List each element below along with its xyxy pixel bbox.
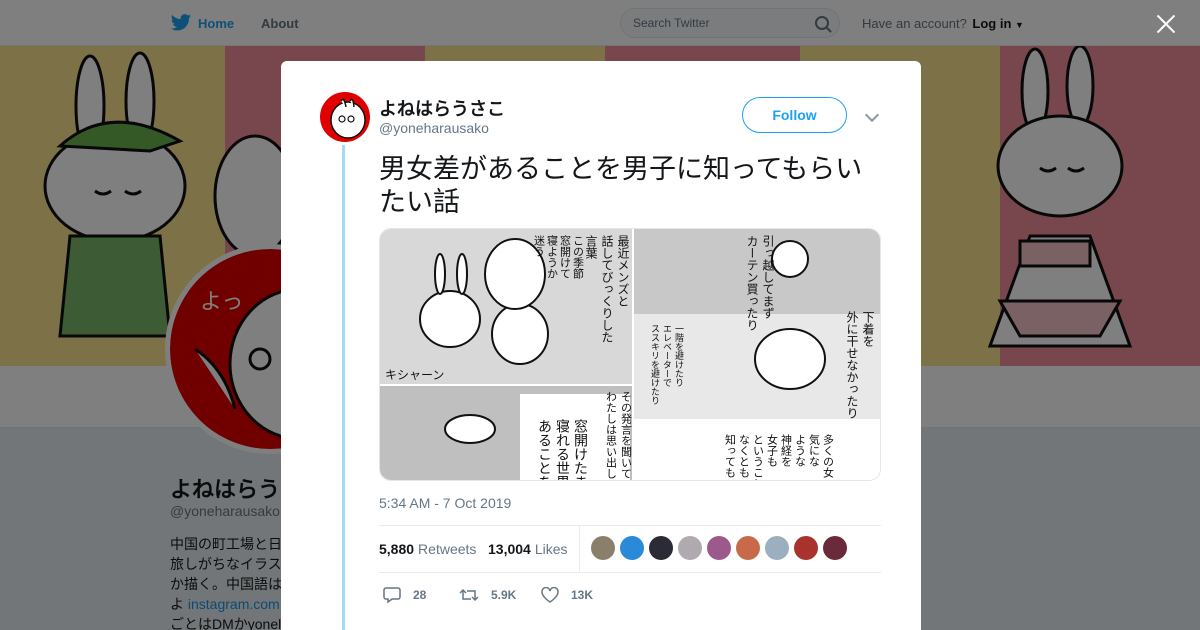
comic-text-column: 神経を <box>780 433 793 467</box>
close-icon[interactable] <box>1156 14 1176 34</box>
liker-avatar[interactable] <box>765 536 789 560</box>
comic-text-column: 知っても <box>724 433 737 478</box>
likes-stat[interactable]: 13,004 Likes <box>488 541 568 557</box>
retweet-icon <box>459 588 479 602</box>
comic-text-column: この季節 <box>572 235 585 280</box>
heart-icon <box>541 587 559 603</box>
comic-text-column: 気にな <box>808 433 821 467</box>
liker-avatars <box>591 536 847 560</box>
comic-text-column: ということ <box>752 434 765 481</box>
liker-avatar[interactable] <box>620 536 644 560</box>
reply-count: 28 <box>413 588 427 602</box>
comic-text-column: なくとも <box>738 434 751 478</box>
reply-icon <box>383 587 401 603</box>
comic-text-column: ススキリを避けたり <box>649 324 660 405</box>
comic-text-column: 外に干せなかったり <box>845 311 859 419</box>
chevron-down-icon[interactable] <box>864 107 880 123</box>
comic-text-column: 寝ようか <box>546 234 559 279</box>
comic-text-column: 一階を避けたり <box>673 324 684 387</box>
thread-line <box>342 145 345 630</box>
comic-text-column: エレベーターで <box>661 324 672 387</box>
liker-avatar[interactable] <box>736 536 760 560</box>
comic-text-column: 迷う <box>533 235 546 257</box>
comic-text-column: 多くの女 <box>822 433 835 479</box>
likes-count: 13,004 <box>488 541 531 557</box>
tweet-text: 男女差があることを男子に知ってもらいたい話 <box>379 154 863 218</box>
comic-text-column: 寝れる世界 <box>554 418 570 481</box>
stats-divider <box>579 526 580 572</box>
retweets-stat[interactable]: 5,880 Retweets <box>379 541 476 557</box>
comic-image: 最近メンズと キシャーン 最近メンズと話してびっくりした言葉この季節窓開けて寝よ… <box>380 229 880 481</box>
tweet-actions: 28 5.9K 13K <box>379 583 881 607</box>
like-action-count: 13K <box>571 588 594 602</box>
tweet-timestamp[interactable]: 5:34 AM - 7 Oct 2019 <box>379 495 511 511</box>
comic-text-column: カーテン買ったり <box>745 235 759 331</box>
tweet-author-name[interactable]: よねはらうさこ <box>379 95 505 121</box>
like-button[interactable]: 13K <box>541 587 593 603</box>
retweet-action-count: 5.9K <box>491 588 517 602</box>
comic-text-column: ような <box>794 434 807 467</box>
avatar-bunny-illustration <box>330 98 366 139</box>
tweet-avatar[interactable] <box>320 92 370 142</box>
liker-avatar[interactable] <box>823 536 847 560</box>
comic-sfx: キシャーン <box>385 368 444 382</box>
liker-avatar[interactable] <box>649 536 673 560</box>
comic-text-column: 話してびっくりした <box>600 234 614 343</box>
comic-text-column: あることを <box>536 419 552 481</box>
likes-label: Likes <box>534 541 568 557</box>
liker-avatar[interactable] <box>678 536 702 560</box>
tweet-modal: よねはらうさこ @yoneharausako Follow 男女差があることを男… <box>281 61 921 630</box>
tweet-stats: 5,880 Retweets 13,004 Likes <box>379 525 881 573</box>
liker-avatar[interactable] <box>707 536 731 560</box>
follow-button[interactable]: Follow <box>742 97 847 133</box>
liker-avatar[interactable] <box>591 536 615 560</box>
tweet-author-handle[interactable]: @yoneharausako <box>379 120 489 136</box>
retweet-button[interactable]: 5.9K <box>459 587 516 603</box>
comic-text-column: 言葉 <box>584 235 598 259</box>
tweet-media[interactable]: 最近メンズと キシャーン 最近メンズと話してびっくりした言葉この季節窓開けて寝よ… <box>379 228 881 481</box>
liker-avatar[interactable] <box>794 536 818 560</box>
comic-text-column: 下着を <box>861 311 875 347</box>
comic-text-column: その発言を聞いて <box>620 391 633 479</box>
comic-text-column: 女子も <box>766 433 779 467</box>
retweets-count: 5,880 <box>379 541 415 557</box>
comic-text-column: 窓開けたまま <box>572 418 588 481</box>
comic-text-column: 最近メンズと <box>616 235 630 307</box>
retweets-label: Retweets <box>418 541 477 557</box>
reply-button[interactable]: 28 <box>383 587 426 603</box>
comic-text-column: 窓開けて <box>559 234 572 279</box>
comic-text-column: わたしは思い出して <box>605 391 618 481</box>
comic-text-column: 引っ越してまず <box>761 235 775 319</box>
